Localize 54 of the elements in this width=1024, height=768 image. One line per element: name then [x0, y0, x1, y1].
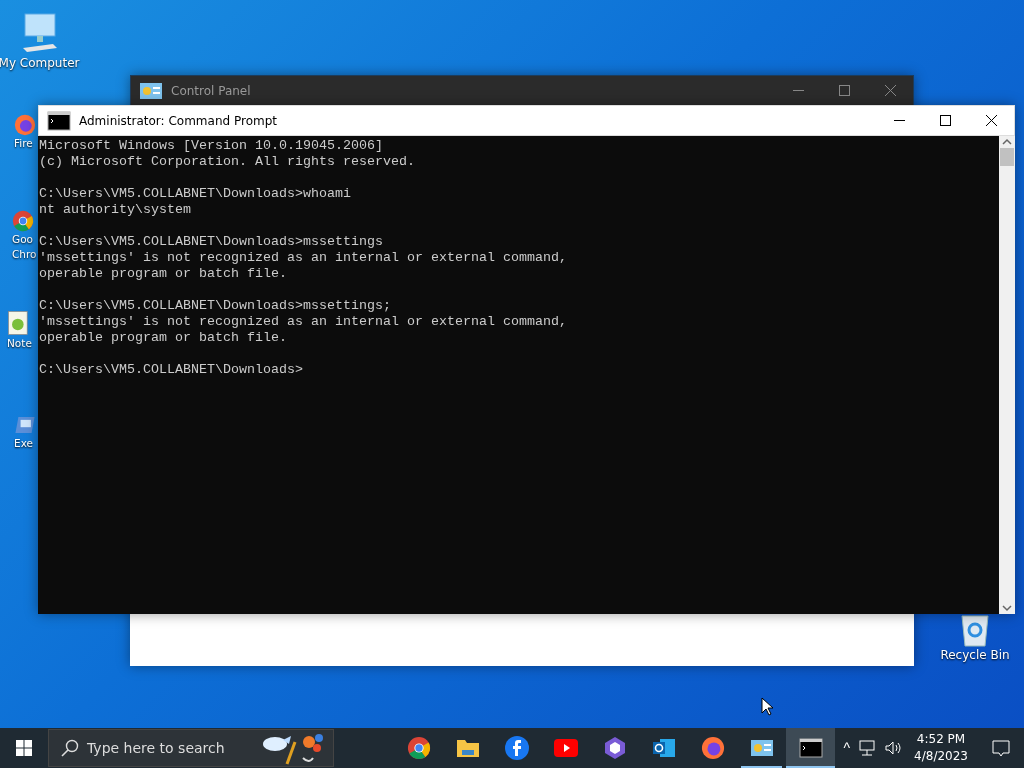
notepad-icon	[7, 310, 29, 336]
tricolor-ring-icon	[406, 736, 431, 760]
windows-logo-icon	[16, 740, 32, 756]
scroll-thumb[interactable]	[1000, 148, 1014, 166]
recycle-bin-icon	[958, 612, 992, 648]
search-field[interactable]: Type here to search	[48, 729, 334, 767]
console-line: 'mssettings' is not recognized as an internal or external command,	[39, 314, 568, 330]
console-line: C:\Users\VM5.COLLABNET\Downloads>	[39, 362, 304, 378]
desktop-icon-label[interactable]: Goo	[12, 232, 33, 247]
window-title: Control Panel	[171, 83, 252, 98]
desktop-icon-label[interactable]: Fire	[14, 136, 33, 151]
minimize-icon	[893, 119, 905, 122]
play-icon	[553, 739, 578, 757]
letter-f-circle-icon	[504, 736, 529, 760]
hexagon-icon	[602, 736, 627, 760]
desktop-icon-label[interactable]: Note	[7, 336, 32, 351]
console-line: 'mssettings' is not recognized as an internal or external command,	[39, 250, 568, 266]
speech-bubble-icon	[992, 739, 1010, 757]
scroll-down-icon[interactable]	[1002, 602, 1012, 614]
console-line: operable program or batch file.	[39, 330, 288, 346]
control-panel-icon	[139, 80, 163, 101]
minimize-icon	[792, 89, 804, 92]
console-line: (c) Microsoft Corporation. All rights reserved.	[39, 154, 416, 170]
control-panel-icon	[749, 738, 774, 758]
maximize-icon	[838, 85, 850, 96]
close-icon	[884, 85, 896, 96]
tricolor-ring-icon	[12, 210, 34, 232]
window-app-icon	[14, 414, 36, 436]
terminal-icon	[47, 110, 71, 131]
console-line: operable program or batch file.	[39, 266, 288, 282]
fox-globe-icon	[14, 114, 36, 136]
window-title: Administrator: Command Prompt	[79, 113, 278, 128]
desktop-icon-label[interactable]: Recycle Bin	[940, 648, 1010, 663]
scrollbar[interactable]	[999, 136, 1015, 614]
clock[interactable]: 4:52 PM 4/8/2023	[908, 731, 978, 765]
console-line: C:\Users\VM5.COLLABNET\Downloads>mssettings;	[39, 298, 392, 314]
desktop-icon-label[interactable]: Chro	[12, 247, 37, 262]
console-line: C:\Users\VM5.COLLABNET\Downloads>whoami	[39, 186, 352, 202]
maximize-icon	[939, 115, 951, 126]
fox-globe-icon	[700, 736, 725, 760]
taskbar-app-button[interactable]	[786, 728, 835, 768]
console-line: Microsoft Windows [Version 10.0.19045.2006]	[39, 138, 384, 154]
pointer-icon	[761, 697, 774, 716]
console-line: C:\Users\VM5.COLLABNET\Downloads>mssettings	[39, 234, 384, 250]
terminal-icon	[798, 738, 823, 758]
console-line: nt authority\system	[39, 202, 192, 218]
desktop-icon-label[interactable]: My Computer	[0, 56, 80, 71]
folder-icon	[455, 738, 480, 758]
show-hidden-icons-button[interactable]: ^	[839, 728, 855, 768]
desktop-icon-label[interactable]: Exe	[14, 436, 33, 451]
envelope-o-icon	[651, 737, 676, 759]
close-icon	[985, 115, 997, 126]
network-icon	[858, 740, 877, 756]
search-icon	[61, 739, 79, 757]
